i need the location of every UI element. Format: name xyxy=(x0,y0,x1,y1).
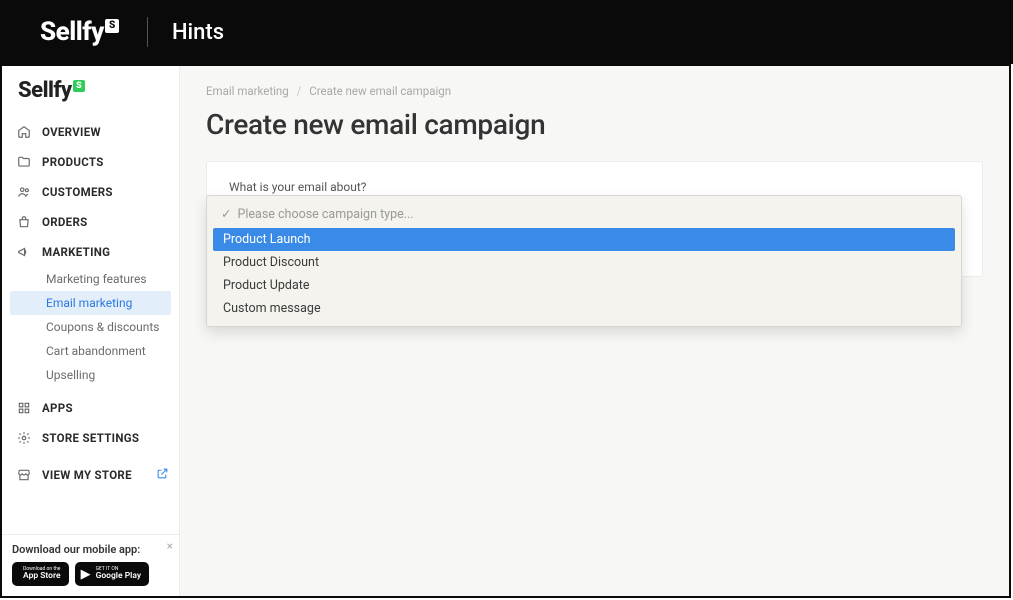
apps-icon xyxy=(16,400,32,416)
nav-overview[interactable]: OVERVIEW xyxy=(2,117,179,147)
nav-label: PRODUCTS xyxy=(42,155,104,169)
banner-title: Hints xyxy=(172,20,224,45)
users-icon xyxy=(16,184,32,200)
banner-logo: SellfyS xyxy=(40,17,135,47)
nav-label: CUSTOMERS xyxy=(42,185,113,199)
nav-upselling[interactable]: Upselling xyxy=(2,363,179,387)
nav-email-marketing[interactable]: Email marketing xyxy=(10,291,171,315)
main-content: Email marketing / Create new email campa… xyxy=(180,66,1009,596)
banner-divider xyxy=(147,17,148,47)
nav-apps[interactable]: APPS xyxy=(2,393,179,423)
nav-label: OVERVIEW xyxy=(42,125,101,139)
nav-orders[interactable]: ORDERS xyxy=(2,207,179,237)
nav-label: STORE SETTINGS xyxy=(42,431,139,445)
close-icon[interactable]: × xyxy=(167,539,173,553)
breadcrumb-sep: / xyxy=(297,84,302,98)
nav-label: MARKETING xyxy=(42,245,110,259)
app-frame: SellfyS OVERVIEW PRODUCTS CUSTOMERS ORDE… xyxy=(0,64,1011,598)
app-store-badge[interactable]: Download on theApp Store xyxy=(12,562,69,586)
option-product-update[interactable]: Product Update xyxy=(213,274,955,297)
nav-marketing-features[interactable]: Marketing features xyxy=(2,267,179,291)
home-icon xyxy=(16,124,32,140)
sidebar: SellfyS OVERVIEW PRODUCTS CUSTOMERS ORDE… xyxy=(2,66,180,596)
nav-products[interactable]: PRODUCTS xyxy=(2,147,179,177)
external-link-icon xyxy=(156,467,169,483)
nav-label: APPS xyxy=(42,401,73,415)
nav-label: VIEW MY STORE xyxy=(42,468,132,482)
page-title: Create new email campaign xyxy=(206,108,983,141)
top-banner: SellfyS Hints xyxy=(0,0,1013,64)
promo-text: Download our mobile app: xyxy=(12,543,169,556)
google-play-badge[interactable]: ▶ GET IT ONGoogle Play xyxy=(75,562,150,586)
sidebar-nav: OVERVIEW PRODUCTS CUSTOMERS ORDERS MARKE… xyxy=(2,111,179,491)
campaign-type-dropdown: ✓ Please choose campaign type... Product… xyxy=(206,195,962,327)
nav-cart-abandonment[interactable]: Cart abandonment xyxy=(2,339,179,363)
play-icon: ▶ xyxy=(81,568,91,581)
bag-icon xyxy=(16,214,32,230)
breadcrumb-parent[interactable]: Email marketing xyxy=(206,84,289,98)
store-icon xyxy=(16,467,32,483)
option-product-launch[interactable]: Product Launch xyxy=(213,228,955,251)
check-icon: ✓ xyxy=(221,206,231,222)
mobile-app-promo: × Download our mobile app: Download on t… xyxy=(2,534,179,596)
nav-label: ORDERS xyxy=(42,215,88,229)
breadcrumb: Email marketing / Create new email campa… xyxy=(206,84,983,98)
nav-store-settings[interactable]: STORE SETTINGS xyxy=(2,423,179,453)
field-label: What is your email about? xyxy=(229,180,960,194)
megaphone-icon xyxy=(16,244,32,260)
nav-customers[interactable]: CUSTOMERS xyxy=(2,177,179,207)
option-product-discount[interactable]: Product Discount xyxy=(213,251,955,274)
nav-view-store[interactable]: VIEW MY STORE xyxy=(2,459,179,491)
gear-icon xyxy=(16,430,32,446)
nav-marketing[interactable]: MARKETING xyxy=(2,237,179,267)
store-badges: Download on theApp Store ▶ GET IT ONGoog… xyxy=(12,562,169,586)
folder-icon xyxy=(16,154,32,170)
breadcrumb-current: Create new email campaign xyxy=(309,84,451,98)
nav-coupons[interactable]: Coupons & discounts xyxy=(2,315,179,339)
dropdown-placeholder: ✓ Please choose campaign type... xyxy=(213,202,955,228)
sidebar-logo[interactable]: SellfyS xyxy=(2,66,179,111)
option-custom-message[interactable]: Custom message xyxy=(213,297,955,320)
